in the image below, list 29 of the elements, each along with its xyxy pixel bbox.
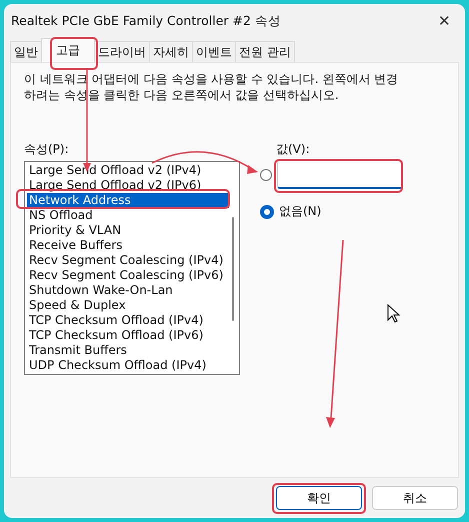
property-item[interactable]: Large Send Offload v2 (IPv4) (27, 163, 229, 178)
property-item[interactable]: Network Address (27, 193, 229, 208)
property-item[interactable]: Priority & VLAN (27, 223, 229, 238)
cursor-icon (388, 304, 400, 323)
property-item[interactable]: UDP Checksum Offload (IPv4) (27, 358, 229, 373)
property-item[interactable]: TCP Checksum Offload (IPv4) (27, 313, 229, 328)
property-item[interactable]: Shutdown Wake-On-Lan (27, 283, 229, 298)
scrollbar-thumb[interactable] (232, 217, 234, 321)
tab[interactable]: 일반 (10, 41, 42, 62)
radio-button[interactable] (260, 168, 272, 180)
close-button[interactable]: ✕ (434, 12, 455, 30)
cancel-button[interactable]: 취소 (372, 486, 458, 510)
tab[interactable]: 전원 관리 (235, 41, 295, 62)
property-item[interactable]: TCP Checksum Offload (IPv6) (27, 328, 229, 343)
property-item[interactable]: Recv Segment Coalescing (IPv6) (27, 268, 229, 283)
value-label: 값(V): (276, 141, 311, 158)
property-item[interactable]: Receive Buffers (27, 238, 229, 253)
property-item[interactable]: Transmit Buffers (27, 343, 229, 358)
radio-button[interactable] (260, 204, 274, 218)
property-item[interactable]: Large Send Offload v2 (IPv6) (27, 178, 229, 193)
tab[interactable]: 고급 (41, 38, 95, 62)
window-title: Realtek PCIe GbE Family Controller #2 속성 (11, 12, 281, 30)
property-label: 속성(P): (24, 141, 70, 158)
property-item[interactable]: Recv Segment Coalescing (IPv4) (27, 253, 229, 268)
property-item[interactable]: NS Offload (27, 208, 229, 223)
ok-button[interactable]: 확인 (276, 486, 362, 510)
property-item[interactable]: Speed & Duplex (27, 298, 229, 313)
radio-label[interactable]: 없음(N) (279, 203, 322, 220)
highlight-box (50, 37, 98, 70)
